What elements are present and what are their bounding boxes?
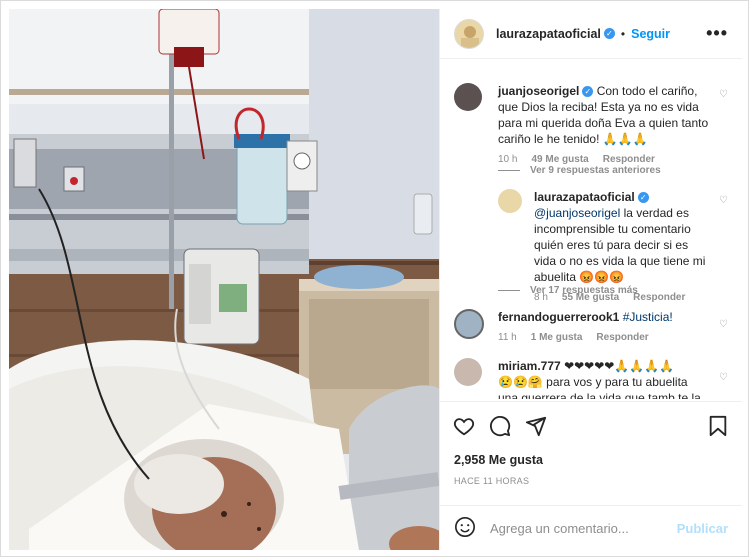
comment-input[interactable]: Agrega un comentario...: [490, 521, 677, 536]
comment-item: miriam.777 ❤❤❤❤❤🙏🙏🙏🙏 😢😢🤗 para vos y para…: [454, 358, 728, 399]
comment-like-heart-icon[interactable]: ♡: [719, 372, 728, 383]
replies-line: [498, 170, 520, 171]
publish-button[interactable]: Publicar: [677, 521, 728, 536]
comment-username[interactable]: miriam.777: [498, 359, 561, 373]
comment-text: miriam.777 ❤❤❤❤❤🙏🙏🙏🙏 😢😢🤗 para vos y para…: [498, 358, 710, 399]
view-replies-label[interactable]: Ver 17 respuestas más: [530, 285, 638, 296]
comment-time[interactable]: 10 h: [498, 154, 517, 165]
commenter-avatar[interactable]: [498, 189, 522, 213]
comment-likes[interactable]: 1 Me gusta: [531, 332, 583, 343]
comment-username[interactable]: juanjoseorigel: [498, 84, 579, 98]
post-side-panel: laurazapataoficial ✓ • Seguir ••• juanjo…: [439, 9, 742, 550]
commenter-avatar[interactable]: [454, 358, 482, 386]
comment-time[interactable]: 11 h: [498, 332, 517, 343]
hospital-room-image: [9, 9, 439, 550]
verified-icon: ✓: [582, 86, 594, 97]
commenter-avatar[interactable]: [454, 309, 484, 339]
comment-text: laurazapataoficial ✓ @juanjoseorigel la v…: [534, 189, 710, 285]
comment-username[interactable]: fernandoguerrerook1: [498, 310, 619, 324]
replies-line: [498, 290, 520, 291]
post-time-ago[interactable]: HACE 11 HORAS: [454, 476, 529, 486]
comment-item: juanjoseorigel ✓ Con todo el cariño, que …: [454, 83, 728, 165]
comment-item: fernandoguerrerook1 #Justicia! 11 h 1 Me…: [454, 309, 728, 343]
comment-text: fernandoguerrerook1 #Justicia!: [498, 309, 710, 325]
share-icon[interactable]: [524, 414, 548, 438]
comment-text: juanjoseorigel ✓ Con todo el cariño, que …: [498, 83, 710, 147]
verified-icon: ✓: [603, 28, 615, 39]
view-replies-label[interactable]: Ver 9 respuestas anteriores: [530, 165, 661, 176]
more-icon[interactable]: •••: [706, 23, 728, 44]
follow-button[interactable]: Seguir: [631, 27, 670, 41]
comments-list[interactable]: juanjoseorigel ✓ Con todo el cariño, que …: [440, 69, 742, 399]
instagram-post-frame: laurazapataoficial ✓ • Seguir ••• juanjo…: [0, 0, 749, 557]
likes-count[interactable]: 2,958 Me gusta: [454, 453, 543, 467]
reply-button[interactable]: Responder: [603, 154, 655, 165]
post-header: laurazapataoficial ✓ • Seguir •••: [440, 9, 742, 59]
post-photo[interactable]: [9, 9, 439, 550]
comment-body-line1: ❤❤❤❤❤🙏🙏🙏🙏: [564, 359, 675, 373]
comment-like-heart-icon[interactable]: ♡: [719, 195, 728, 206]
verified-icon: ✓: [637, 192, 649, 203]
view-previous-replies[interactable]: Ver 9 respuestas anteriores: [498, 165, 661, 176]
heart-icon[interactable]: [452, 414, 476, 438]
comment-username[interactable]: laurazapataoficial: [534, 190, 635, 204]
author-avatar[interactable]: [454, 18, 484, 49]
reply-button[interactable]: Responder: [596, 332, 648, 343]
mention-link[interactable]: @juanjoseorigel: [534, 206, 620, 220]
hashtag-link[interactable]: #Justicia!: [623, 310, 673, 324]
post-actions-bar: [440, 401, 742, 449]
comment-meta: 10 h 49 Me gusta Responder: [498, 154, 710, 165]
view-more-replies[interactable]: Ver 17 respuestas más: [498, 285, 638, 296]
comment-icon[interactable]: [488, 414, 512, 438]
commenter-avatar[interactable]: [454, 83, 482, 111]
comment-like-heart-icon[interactable]: ♡: [719, 319, 728, 330]
comment-body-line2: 😢😢🤗 para vos y para tu abuelita una guer…: [498, 375, 701, 399]
reply-button[interactable]: Responder: [633, 292, 685, 303]
bookmark-icon[interactable]: [706, 414, 730, 438]
comment-likes[interactable]: 49 Me gusta: [531, 154, 588, 165]
emoji-icon[interactable]: [454, 516, 476, 541]
comment-like-heart-icon[interactable]: ♡: [719, 89, 728, 100]
comment-meta: 11 h 1 Me gusta Responder: [498, 332, 710, 343]
add-comment-bar: Agrega un comentario... Publicar: [440, 505, 742, 550]
dot-separator: •: [620, 26, 626, 41]
author-username[interactable]: laurazapataoficial: [496, 27, 601, 41]
